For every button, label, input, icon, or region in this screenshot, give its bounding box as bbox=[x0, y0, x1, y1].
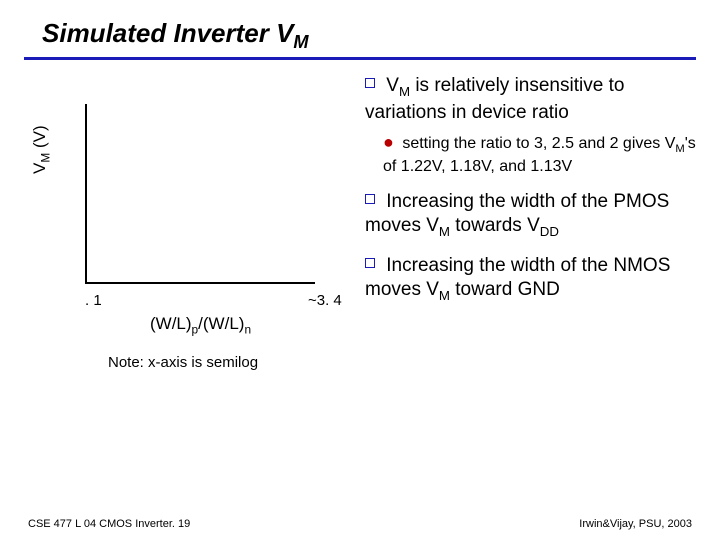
b1s-a: setting the ratio to 3, 2.5 and 2 gives … bbox=[402, 135, 675, 152]
x-tick-left: . 1 bbox=[85, 292, 102, 309]
b1-a: V bbox=[386, 75, 399, 96]
xlabel-mid: /(W/L) bbox=[198, 314, 244, 333]
axis-note: Note: x-axis is semilog bbox=[108, 354, 258, 371]
b1-sub: M bbox=[399, 84, 410, 99]
plot-box bbox=[85, 104, 315, 284]
x-axis-label: (W/L)p/(W/L)n bbox=[150, 314, 251, 336]
chart-column: VM (V) . 1 ~3. 4 (W/L)p/(W/L)n Note: x-a… bbox=[30, 74, 365, 384]
bullet-1: VM is relatively insensitive to variatio… bbox=[365, 74, 700, 124]
b2-sub: M bbox=[439, 224, 450, 239]
footer-left: CSE 477 L 04 CMOS Inverter. 19 bbox=[28, 518, 190, 530]
slide: Simulated Inverter VM VM (V) . 1 ~3. 4 (… bbox=[0, 0, 720, 540]
bullet-1-sub: ● setting the ratio to 3, 2.5 and 2 give… bbox=[383, 132, 700, 176]
b2-b: towards V bbox=[450, 215, 540, 236]
ylabel-post: (V) bbox=[30, 126, 49, 153]
ylabel-pre: V bbox=[30, 163, 49, 174]
dot-bullet-icon: ● bbox=[383, 132, 394, 152]
body: VM (V) . 1 ~3. 4 (W/L)p/(W/L)n Note: x-a… bbox=[0, 60, 720, 384]
square-bullet-icon bbox=[365, 258, 375, 268]
footer-right: Irwin&Vijay, PSU, 2003 bbox=[579, 518, 692, 530]
title-area: Simulated Inverter VM bbox=[0, 0, 720, 53]
xlabel-a: (W/L) bbox=[150, 314, 192, 333]
title-text: Simulated Inverter V bbox=[42, 18, 293, 48]
b3-sub: M bbox=[439, 288, 450, 303]
ylabel-sub: M bbox=[38, 153, 52, 163]
b3-b: toward GND bbox=[450, 279, 560, 300]
bullet-2: Increasing the width of the PMOS moves V… bbox=[365, 190, 700, 240]
square-bullet-icon bbox=[365, 194, 375, 204]
slide-title: Simulated Inverter VM bbox=[42, 18, 720, 53]
chart-area: VM (V) . 1 ~3. 4 (W/L)p/(W/L)n Note: x-a… bbox=[30, 104, 350, 384]
b2-sub2: DD bbox=[540, 224, 559, 239]
footer: CSE 477 L 04 CMOS Inverter. 19 Irwin&Vij… bbox=[28, 518, 692, 530]
title-subscript: M bbox=[293, 32, 308, 52]
square-bullet-icon bbox=[365, 78, 375, 88]
x-tick-right: ~3. 4 bbox=[308, 292, 342, 309]
y-axis-label: VM (V) bbox=[30, 126, 52, 175]
b1s-sub: M bbox=[675, 144, 684, 156]
bullet-3: Increasing the width of the NMOS moves V… bbox=[365, 254, 700, 304]
bullet-column: VM is relatively insensitive to variatio… bbox=[365, 74, 700, 384]
xlabel-b-sub: n bbox=[244, 323, 251, 337]
